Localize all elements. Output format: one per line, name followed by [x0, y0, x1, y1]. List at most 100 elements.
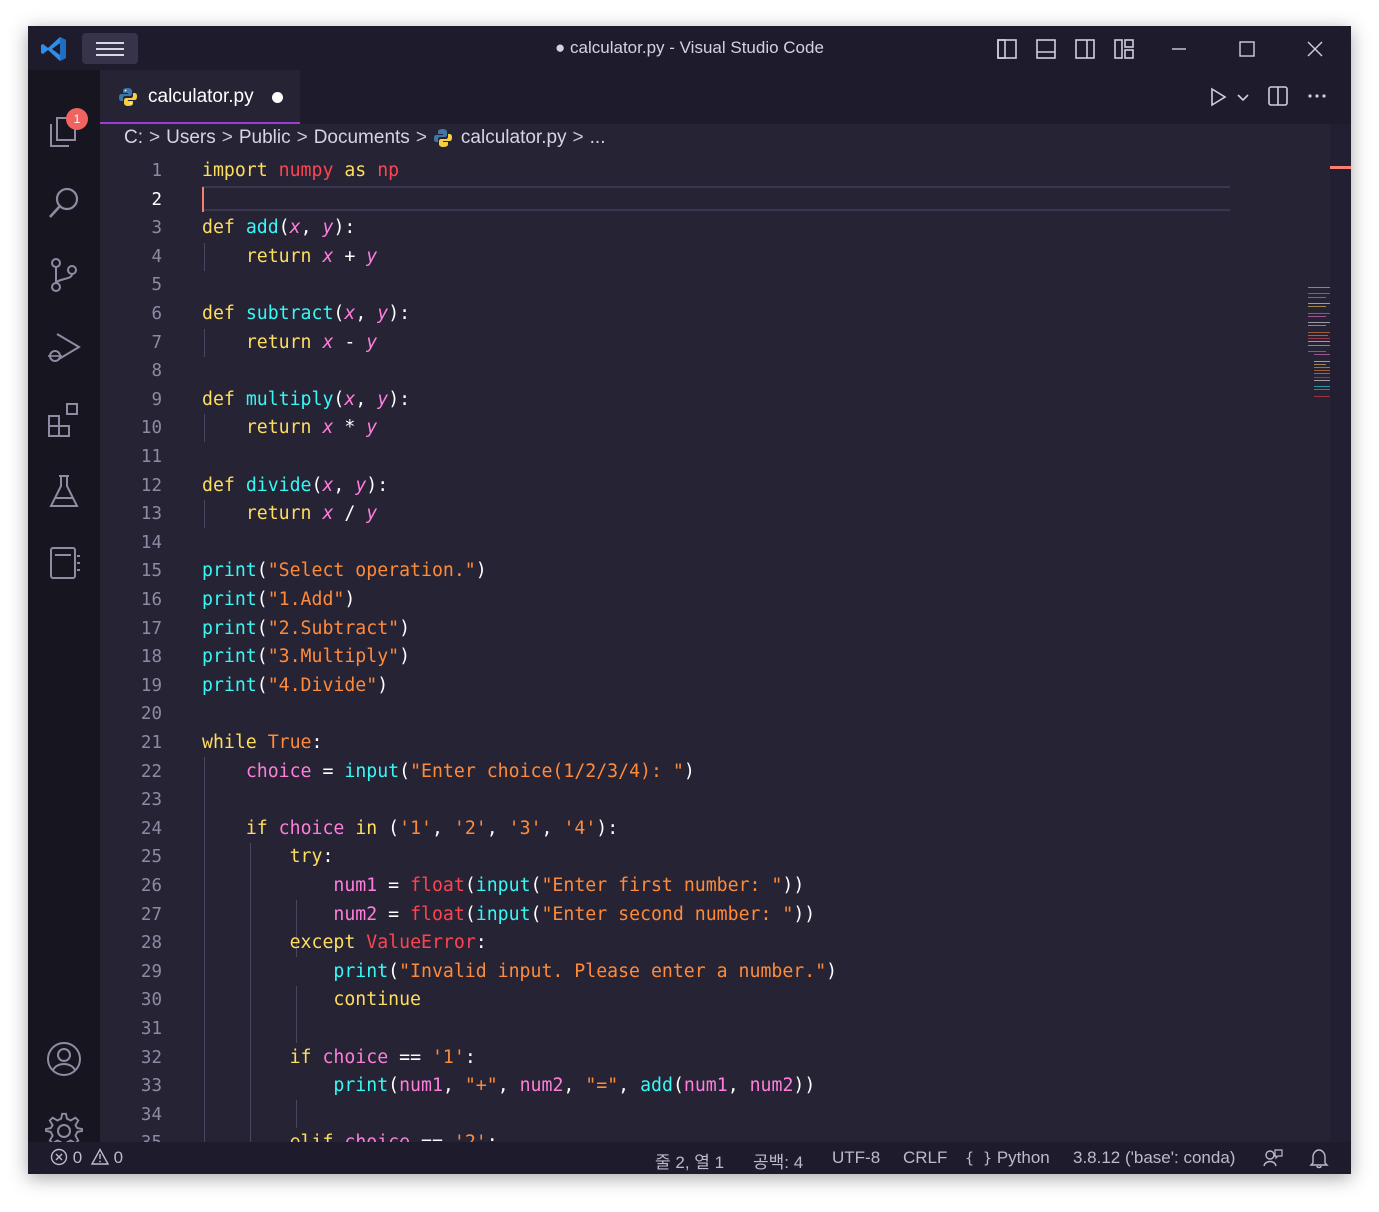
problems-indicator[interactable]: 0 0 — [50, 1148, 123, 1168]
code-line[interactable]: def add(x, y): — [202, 214, 355, 243]
code-line[interactable]: num2 = float(input("Enter second number:… — [202, 901, 815, 930]
search-icon[interactable] — [45, 184, 83, 222]
code-editor[interactable]: 1 2 3 4 5 6 7 8 9 10 11 12 13 14 15 16 17 18 19 20 21 22 23 24 2… — [100, 157, 1330, 1142]
code-line[interactable]: print("1.Add") — [202, 586, 355, 615]
code-line[interactable]: continue — [202, 986, 421, 1015]
layout-panel-icon[interactable] — [1035, 38, 1057, 60]
minimap-line — [1314, 376, 1330, 378]
code-line[interactable]: try: — [202, 843, 334, 872]
code-line[interactable]: import numpy as np — [202, 157, 399, 186]
code-line[interactable]: print("2.Subtract") — [202, 615, 410, 644]
code-line[interactable]: if choice in ('1', '2', '3', '4'): — [202, 815, 618, 844]
minimize-icon[interactable] — [1164, 36, 1194, 62]
breadcrumb-documents[interactable]: Documents — [314, 127, 410, 149]
line-number: 17 — [140, 618, 162, 639]
line-number: 34 — [140, 1104, 162, 1125]
close-icon[interactable] — [1300, 36, 1330, 62]
line-number: 11 — [140, 447, 162, 467]
python-interpreter[interactable]: 3.8.12 ('base': conda) — [1073, 1148, 1235, 1168]
code-line[interactable]: print("3.Multiply") — [202, 643, 410, 672]
code-line[interactable]: def divide(x, y): — [202, 472, 388, 501]
minimap-line — [1308, 293, 1330, 295]
minimap-line — [1314, 379, 1330, 381]
line-number: 18 — [140, 647, 162, 668]
code-line[interactable]: elif choice == '2': — [202, 1129, 498, 1142]
breadcrumb-symbol[interactable]: ... — [590, 127, 606, 149]
breadcrumb-public[interactable]: Public — [239, 127, 291, 149]
code-line[interactable]: print(num1, "+", num2, "=", add(num1, nu… — [202, 1072, 815, 1101]
code-line[interactable]: return x - y — [202, 329, 377, 358]
layout-customize-icon[interactable] — [1113, 38, 1135, 60]
braces-icon: { } — [965, 1149, 993, 1167]
code-line[interactable]: return x + y — [202, 243, 377, 272]
python-icon — [433, 128, 453, 148]
cursor-position[interactable]: 줄 2, 열 1 — [655, 1148, 724, 1173]
current-line-highlight — [202, 186, 1230, 211]
account-icon[interactable] — [45, 1040, 83, 1078]
minimap-line — [1314, 367, 1330, 368]
language-mode[interactable]: { } Python — [965, 1148, 1050, 1168]
line-number: 8 — [151, 361, 162, 382]
minimap-line — [1314, 395, 1330, 397]
breadcrumb-drive[interactable]: C: — [124, 127, 143, 149]
explorer-badge: 1 — [66, 108, 88, 130]
split-editor-icon[interactable] — [1267, 85, 1289, 107]
source-control-icon[interactable] — [45, 256, 83, 294]
more-icon[interactable] — [1306, 85, 1328, 107]
vertical-scrollbar[interactable] — [1330, 124, 1351, 1142]
minimap-line — [1308, 338, 1330, 340]
language-label: Python — [996, 1148, 1050, 1167]
code-line[interactable]: return x * y — [202, 414, 377, 443]
minimap-line — [1308, 287, 1330, 288]
code-line[interactable]: return x / y — [202, 500, 377, 529]
notebook-icon[interactable] — [45, 544, 83, 582]
line-number: 27 — [140, 904, 162, 925]
unsaved-dot[interactable] — [272, 92, 283, 103]
breadcrumb-file[interactable]: calculator.py — [461, 127, 567, 149]
line-number: 7 — [151, 332, 162, 353]
code-line[interactable]: def subtract(x, y): — [202, 300, 410, 329]
encoding[interactable]: UTF-8 — [832, 1148, 880, 1168]
vscode-window: ● calculator.py - Visual Studio Code 1 c… — [28, 26, 1351, 1174]
tab-label: calculator.py — [148, 86, 254, 107]
line-number: 33 — [140, 1076, 162, 1097]
minimap[interactable] — [1308, 287, 1330, 407]
layout-sidebar-right-icon[interactable] — [1074, 38, 1096, 60]
code-line[interactable]: while True: — [202, 729, 322, 758]
minimap-line — [1314, 363, 1326, 365]
line-number: 16 — [140, 590, 162, 610]
code-line[interactable]: print("4.Divide") — [202, 672, 388, 701]
line-number: 28 — [140, 933, 162, 954]
code-line[interactable]: except ValueError: — [202, 929, 487, 958]
tab-calculator-py[interactable]: calculator.py — [100, 70, 300, 124]
minimap-line — [1308, 331, 1330, 333]
code-line[interactable]: if choice == '1': — [202, 1044, 476, 1073]
end-of-line[interactable]: CRLF — [903, 1148, 947, 1168]
line-number: 10 — [140, 418, 162, 439]
breadcrumb-users[interactable]: Users — [166, 127, 216, 149]
run-icon[interactable] — [1207, 86, 1229, 108]
minimap-line — [1308, 296, 1326, 298]
minimap-line — [1308, 315, 1326, 317]
line-number: 22 — [140, 761, 162, 782]
code-line[interactable]: num1 = float(input("Enter first number: … — [202, 872, 804, 901]
maximize-icon[interactable] — [1232, 36, 1262, 62]
bell-icon[interactable] — [1308, 1147, 1330, 1174]
code-line[interactable]: choice = input("Enter choice(1/2/3/4): "… — [202, 758, 695, 787]
minimap-line — [1308, 341, 1330, 343]
code-line[interactable]: print("Invalid input. Please enter a num… — [202, 958, 837, 987]
code-line[interactable]: def multiply(x, y): — [202, 386, 410, 415]
indentation[interactable]: 공백: 4 — [753, 1148, 803, 1173]
code-line[interactable]: print("Select operation.") — [202, 557, 487, 586]
line-number: 5 — [151, 275, 162, 296]
status-bar: 0 0 줄 2, 열 1 공백: 4 UTF-8 CRLF { } Python… — [28, 1142, 1351, 1174]
tab-bar: calculator.py — [100, 70, 1351, 124]
run-debug-icon[interactable] — [45, 328, 83, 366]
layout-sidebar-left-icon[interactable] — [996, 38, 1018, 60]
line-number: 29 — [140, 961, 162, 982]
extensions-icon[interactable] — [45, 400, 83, 438]
line-number: 19 — [140, 675, 162, 696]
testing-icon[interactable] — [45, 472, 83, 510]
chevron-down-icon[interactable] — [1232, 86, 1249, 108]
feedback-icon[interactable] — [1262, 1147, 1284, 1174]
